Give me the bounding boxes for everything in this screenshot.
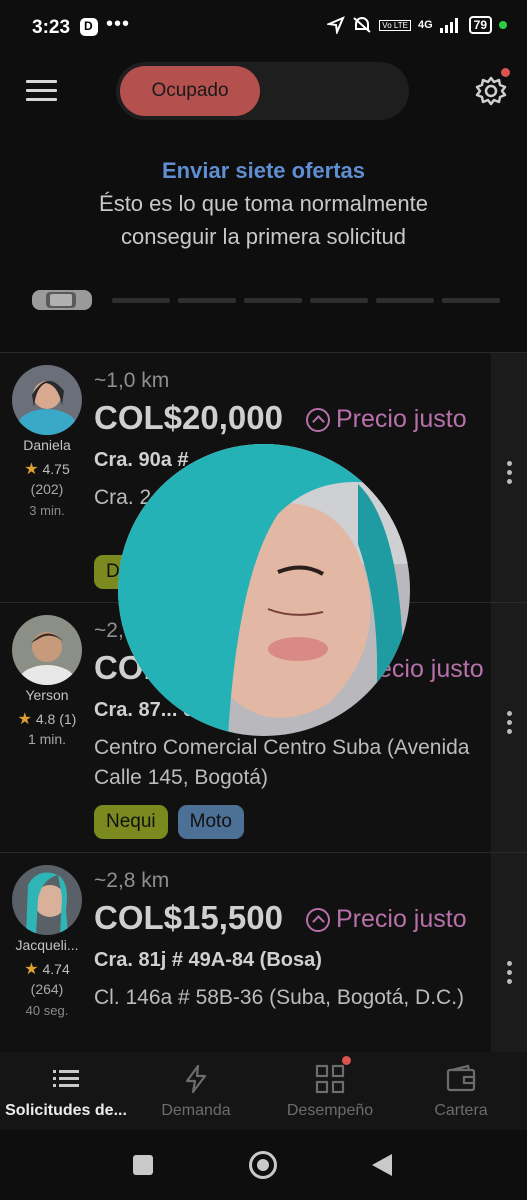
back-icon[interactable] [372,1154,392,1176]
offer-banner-subtitle: Ésto es lo que toma normalmente consegui… [99,191,428,249]
passenger-rating: ★ 4.8 (1) [17,711,77,728]
nav-demand-label: Demanda [161,1102,231,1119]
more-notifications-icon: ••• [106,13,131,35]
home-icon[interactable] [249,1151,277,1179]
dropoff-address: Centro Comercial Centro Suba (Avenida Ca… [94,736,470,789]
passenger-name: Daniela [23,437,71,453]
star-icon: ★ [24,961,39,978]
more-options-icon[interactable] [507,961,513,988]
active-dot-icon [499,21,507,29]
more-options-icon[interactable] [507,461,513,488]
star-icon: ★ [17,711,32,728]
avatar [12,865,82,935]
mute-icon [353,17,371,33]
app-notification-icon [80,18,98,36]
clock: 3:23 [32,17,71,38]
signal-icon [439,17,462,33]
price: COL$15,500 [94,899,283,936]
passenger-rating: ★ 4.75 [24,461,70,478]
progress-segment [442,298,500,303]
status-bar: 3:23 ••• Vo LTE 4G 79 [0,0,527,58]
distance: ~2, [94,619,124,642]
passenger-name: Jacqueli... [15,937,79,953]
passenger-rating: ★ 4.74 [24,961,70,978]
progress-segment [178,298,236,303]
nav-demand[interactable]: Demanda [140,1052,252,1130]
nav-performance-label: Desempeño [286,1102,374,1119]
availability-toggle[interactable]: Ocupado [116,62,409,120]
system-nav [0,1130,527,1200]
recents-icon[interactable] [133,1155,153,1175]
distance: ~2,8 km [94,869,170,892]
battery-icon: 79 [468,16,492,34]
bottom-nav: Solicitudes de... Demanda Desempeño Cart… [0,1052,527,1130]
status-toggle-label[interactable]: Ocupado [120,66,260,116]
avatar [12,615,82,685]
more-options-icon[interactable] [507,711,513,738]
profile-photo-overlay [118,444,410,736]
nav-wallet[interactable]: Cartera [410,1052,512,1130]
notification-badge [501,68,510,77]
car-icon [32,290,92,310]
star-icon: ★ [24,461,39,478]
progress-segment [112,298,170,303]
fair-price-label: Precio justo [306,405,467,434]
list-icon [53,1070,79,1087]
rating-count: (264) [30,981,64,997]
progress-segment [376,298,434,303]
notification-badge [342,1056,351,1065]
offers-progress [30,282,502,318]
dropoff-address: Cl. 146a # 58B-36 (Suba, Bogotá, D.C.) [94,986,465,1009]
lightning-icon [185,1064,207,1094]
location-icon [327,16,346,34]
request-age: 1 min. [27,731,67,747]
pickup-address: Cra. 81j # 49A-84 (Bosa) [94,949,322,971]
chevron-up-icon [306,407,330,432]
fair-price-label: ecio justo [378,655,484,683]
payment-tag: Nequi [94,805,168,839]
volte-icon: Vo LTE [379,19,411,31]
request-card[interactable]: Jacqueli... ★ 4.74 (264) 40 seg. ~2,8 km… [0,852,527,1052]
nav-requests[interactable]: Solicitudes de... [0,1052,132,1130]
request-age: 40 seg. [25,1003,69,1018]
nav-wallet-label: Cartera [434,1102,488,1119]
rating-count: (202) [30,481,64,497]
passenger-name: Yerson [25,687,69,703]
distance: ~1,0 km [94,369,170,392]
menu-icon[interactable] [26,80,57,102]
avatar [12,365,82,435]
chevron-up-icon [306,907,330,932]
request-age: 3 min. [29,503,65,518]
progress-segment [310,298,368,303]
grid-icon [315,1064,345,1094]
fair-price-label: Precio justo [306,905,467,934]
tags: Nequi Moto [94,805,244,839]
progress-segment [244,298,302,303]
vehicle-tag: Moto [177,805,244,839]
card-side-strip [491,853,527,1052]
gear-icon[interactable] [474,68,510,108]
price: COL$20,000 [94,399,283,436]
network-type: 4G [417,19,433,31]
nav-requests-label: Solicitudes de... [5,1102,127,1119]
offer-banner-title: Enviar siete ofertas [162,158,365,183]
status-icons: Vo LTE 4G 79 [327,16,507,34]
nav-performance[interactable]: Desempeño [270,1052,390,1130]
wallet-icon [446,1064,476,1092]
